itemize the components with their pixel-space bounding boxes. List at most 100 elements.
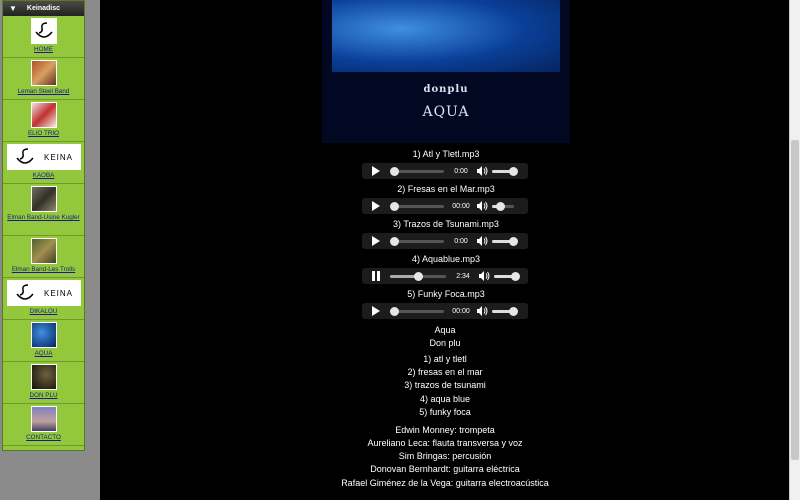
audio-player: 00:00 — [362, 303, 528, 319]
band-photo-icon — [30, 60, 57, 86]
tracklist-item: 1) atl y tletl — [423, 354, 467, 364]
tracklist-item: 4) aqua blue — [419, 394, 471, 404]
play-icon — [372, 236, 380, 246]
sidebar-item-home[interactable]: HOME — [3, 16, 84, 58]
volume-button[interactable] — [476, 165, 488, 177]
volume-button[interactable] — [476, 235, 488, 247]
cover-title: AQUA — [422, 104, 470, 120]
pause-button[interactable] — [368, 268, 384, 284]
album-cover: donplu AQUA — [322, 0, 570, 143]
audio-player: 0:00 — [362, 163, 528, 179]
album-artist: Don plu — [429, 338, 461, 348]
sidebar-item-dikalou[interactable]: KEINA DIKALOU — [3, 278, 84, 320]
sidebar-item-elman-band-les-trolls[interactable]: Elman Band-Les Trolls — [3, 236, 84, 278]
speaker-icon — [477, 306, 488, 316]
trio-photo-icon — [30, 102, 57, 128]
track-time: 0:00 — [454, 237, 468, 245]
sidebar-item-label[interactable]: HOME — [34, 46, 53, 54]
cover-water-image — [332, 0, 560, 72]
tracklist-item: 5) funky foca — [419, 407, 471, 417]
seek-knob[interactable] — [414, 271, 423, 281]
audio-player: 2:34 — [362, 268, 528, 284]
volume-button[interactable] — [476, 305, 488, 317]
sidebar-item-label[interactable]: ELIO TRIO — [28, 130, 59, 138]
tracklist-item: 3) trazos de tsunami — [404, 380, 486, 390]
scrollbar-thumb[interactable] — [791, 140, 799, 460]
volume-slider[interactable] — [492, 201, 514, 211]
volume-slider[interactable] — [492, 166, 518, 176]
credit-line: Donovan Bernhardt: guitarra eléctrica — [370, 464, 520, 474]
seek-knob[interactable] — [390, 201, 399, 211]
volume-button[interactable] — [478, 270, 490, 282]
seek-slider[interactable] — [390, 201, 444, 211]
seek-slider[interactable] — [390, 306, 444, 316]
sidebar-item-elio-trio[interactable]: ELIO TRIO — [3, 100, 84, 142]
pause-icon — [372, 271, 380, 281]
sidebar-item-don-plu[interactable]: DON PLU — [3, 362, 84, 404]
sidebar-item-aqua[interactable]: AQUA — [3, 320, 84, 362]
speaker-icon — [479, 271, 490, 281]
seek-knob[interactable] — [390, 166, 399, 176]
credit-line: Sim Bringas: percusión — [398, 451, 492, 461]
track-time: 00:00 — [452, 202, 470, 210]
tracklist-item: 2) fresas en el mar — [407, 367, 483, 377]
sidebar-item-elman-band-usine-kugler[interactable]: Elman Band-Usine Kugler — [3, 184, 84, 236]
sidebar: ▼ Keinadisc HOME Leman Steel Band ELIO T… — [2, 0, 85, 451]
page-scrollbar[interactable] — [789, 0, 800, 500]
volume-button[interactable] — [476, 200, 488, 212]
seek-slider[interactable] — [390, 271, 446, 281]
seek-slider[interactable] — [390, 236, 444, 246]
track-time: 00:00 — [452, 307, 470, 315]
cover-artist: donplu — [423, 84, 469, 95]
seek-knob[interactable] — [390, 306, 399, 316]
volume-knob[interactable] — [509, 306, 518, 316]
volume-slider[interactable] — [494, 271, 520, 281]
sidebar-item-kaoba[interactable]: KEINA KAOBA — [3, 142, 84, 184]
sidebar-item-label[interactable]: CONTACTO — [26, 434, 61, 442]
sidebar-item-leman-steel-band[interactable]: Leman Steel Band — [3, 58, 84, 100]
seek-knob[interactable] — [390, 236, 399, 246]
audio-player: 00:00 — [362, 198, 528, 214]
volume-knob[interactable] — [511, 271, 520, 281]
volume-knob[interactable] — [509, 166, 518, 176]
play-icon — [372, 201, 380, 211]
sidebar-item-label[interactable]: DIKALOU — [30, 308, 58, 316]
sidebar-title: Keinadisc — [26, 5, 60, 12]
sidebar-item-label[interactable]: Leman Steel Band — [18, 88, 70, 96]
play-button[interactable] — [368, 198, 384, 214]
volume-knob[interactable] — [509, 236, 518, 246]
band-photo-icon — [30, 238, 57, 264]
credit-line: Rafael Giménez de la Vega: guitarra elec… — [341, 478, 549, 488]
sidebar-item-label[interactable]: Elman Band-Les Trolls — [12, 266, 75, 274]
play-icon — [372, 166, 380, 176]
track-time: 0:00 — [454, 167, 468, 175]
credit-line: Aureliano Leca: flauta transversa y voz — [367, 438, 523, 448]
play-icon — [372, 306, 380, 316]
collapse-triangle-icon[interactable]: ▼ — [9, 4, 17, 13]
volume-knob[interactable] — [495, 201, 505, 211]
track-time: 2:34 — [456, 272, 470, 280]
keina-logo-icon — [30, 18, 57, 44]
donplu-photo-icon — [30, 364, 57, 390]
play-button[interactable] — [368, 303, 384, 319]
keina-wide-logo-icon: KEINA — [6, 280, 81, 306]
audio-player: 0:00 — [362, 233, 528, 249]
track-title: 3) Trazos de Tsunami.mp3 — [393, 219, 499, 229]
sidebar-item-label[interactable]: KAOBA — [33, 172, 55, 180]
volume-slider[interactable] — [492, 306, 518, 316]
speaker-icon — [477, 236, 488, 246]
track-title: 5) Funky Foca.mp3 — [407, 289, 485, 299]
seek-slider[interactable] — [390, 166, 444, 176]
volume-slider[interactable] — [492, 236, 518, 246]
sidebar-item-label[interactable]: AQUA — [35, 350, 53, 358]
play-button[interactable] — [368, 163, 384, 179]
aqua-cover-icon — [30, 322, 57, 348]
logo-text: KEINA — [43, 288, 73, 298]
sidebar-item-label[interactable]: DON PLU — [30, 392, 58, 400]
sidebar-item-label[interactable]: Elman Band-Usine Kugler — [7, 214, 79, 222]
play-button[interactable] — [368, 233, 384, 249]
sidebar-item-contacto[interactable]: CONTACTO — [3, 404, 84, 446]
keina-wide-logo-icon: KEINA — [6, 144, 81, 170]
sidebar-header[interactable]: ▼ Keinadisc — [3, 1, 84, 16]
speaker-icon — [477, 201, 488, 211]
